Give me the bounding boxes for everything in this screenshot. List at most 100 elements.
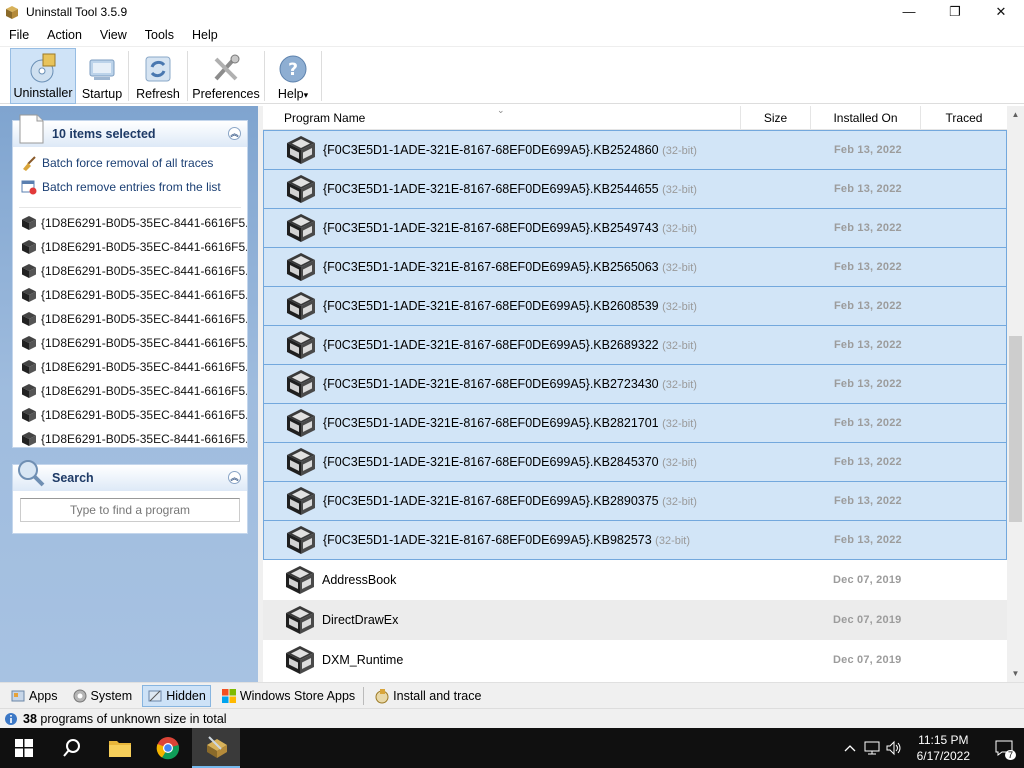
selected-item[interactable]: {1D8E6291-B0D5-35EC-8441-6616F5... — [13, 283, 247, 307]
program-rows: {F0C3E5D1-1ADE-321E-8167-68EF0DE699A5}.K… — [263, 130, 1007, 680]
package-icon — [287, 136, 315, 164]
package-icon — [287, 487, 315, 515]
notification-icon[interactable]: 7 — [984, 728, 1024, 768]
program-row[interactable]: {F0C3E5D1-1ADE-321E-8167-68EF0DE699A5}.K… — [263, 169, 1007, 209]
uninstall-tool-taskbar-button[interactable] — [192, 728, 240, 768]
uninstaller-button[interactable]: Uninstaller — [10, 48, 76, 104]
start-button[interactable] — [0, 728, 48, 768]
tab-system[interactable]: System — [68, 685, 137, 707]
column-installed-on[interactable]: Installed On — [811, 106, 921, 130]
package-icon — [22, 216, 36, 230]
menu-file[interactable]: File — [0, 28, 38, 42]
tab-apps[interactable]: Apps — [6, 685, 62, 707]
batch-remove-entries-link[interactable]: Batch remove entries from the list — [13, 175, 247, 199]
help-button[interactable]: ? Help▾ — [265, 48, 321, 104]
selection-panel: 10 items selected ︽ Batch force removal … — [12, 114, 248, 451]
package-icon — [286, 606, 314, 634]
chevron-up-icon[interactable] — [839, 728, 861, 768]
preferences-button[interactable]: Preferences — [188, 48, 264, 104]
selection-panel-header[interactable]: 10 items selected ︽ — [13, 114, 247, 147]
program-row[interactable]: {F0C3E5D1-1ADE-321E-8167-68EF0DE699A5}.K… — [263, 403, 1007, 443]
package-icon — [22, 432, 36, 446]
chrome-button[interactable] — [144, 728, 192, 768]
preferences-icon — [214, 54, 240, 81]
list-header: ⌄ Program Name Size Installed On Traced — [263, 106, 1007, 130]
clock-date: 6/17/2022 — [916, 749, 970, 763]
scrollbar-thumb[interactable] — [1009, 336, 1022, 522]
selected-item[interactable]: {1D8E6291-B0D5-35EC-8441-6616F5... — [13, 379, 247, 403]
package-icon — [287, 526, 315, 554]
selected-item[interactable]: {1D8E6291-B0D5-35EC-8441-6616F5... — [13, 235, 247, 259]
installed-date: Feb 13, 2022 — [834, 339, 902, 351]
column-traced[interactable]: Traced — [921, 106, 1007, 130]
volume-icon[interactable] — [883, 728, 905, 768]
menu-tools[interactable]: Tools — [136, 28, 183, 42]
search-placeholder: Type to find a program — [69, 503, 191, 517]
package-icon — [22, 312, 36, 326]
system-tray: 11:15 PM 6/17/2022 7 — [839, 728, 1024, 768]
program-name: {F0C3E5D1-1ADE-321E-8167-68EF0DE699A5}.K… — [323, 260, 697, 274]
search-input[interactable]: Type to find a program — [20, 498, 240, 522]
program-row[interactable]: DirectDrawEx Dec 07, 2019 — [263, 600, 1007, 640]
program-row[interactable]: {F0C3E5D1-1ADE-321E-8167-68EF0DE699A5}.K… — [263, 130, 1007, 170]
selected-item[interactable]: {1D8E6291-B0D5-35EC-8441-6616F5... — [13, 211, 247, 235]
selected-item[interactable]: {1D8E6291-B0D5-35EC-8441-6616F5... — [13, 259, 247, 283]
taskbar-search-button[interactable] — [48, 728, 96, 768]
taskbar-clock[interactable]: 11:15 PM 6/17/2022 — [917, 732, 970, 764]
refresh-label: Refresh — [136, 87, 180, 101]
selected-item[interactable]: {1D8E6291-B0D5-35EC-8441-6616F5... — [13, 307, 247, 331]
program-row[interactable]: {F0C3E5D1-1ADE-321E-8167-68EF0DE699A5}.K… — [263, 247, 1007, 287]
selected-item[interactable]: {1D8E6291-B0D5-35EC-8441-6616F5... — [13, 403, 247, 427]
minimize-button[interactable]: — — [886, 0, 932, 23]
tab-windows-store-apps[interactable]: Windows Store Apps — [217, 685, 359, 707]
selected-item[interactable]: {1D8E6291-B0D5-35EC-8441-6616F5... — [13, 355, 247, 379]
scroll-up-icon[interactable]: ▲ — [1007, 106, 1024, 123]
vertical-scrollbar[interactable]: ▲ ▼ — [1007, 106, 1024, 682]
package-icon — [287, 175, 315, 203]
program-row[interactable]: {F0C3E5D1-1ADE-321E-8167-68EF0DE699A5}.K… — [263, 208, 1007, 248]
menu-action[interactable]: Action — [38, 28, 91, 42]
maximize-button[interactable]: ❐ — [932, 0, 978, 23]
program-row[interactable]: {F0C3E5D1-1ADE-321E-8167-68EF0DE699A5}.K… — [263, 481, 1007, 521]
selected-item[interactable]: {1D8E6291-B0D5-35EC-8441-6616F5... — [13, 331, 247, 355]
menu-help[interactable]: Help — [183, 28, 227, 42]
menu-bar: File Action View Tools Help — [0, 24, 1024, 46]
program-row[interactable]: {F0C3E5D1-1ADE-321E-8167-68EF0DE699A5}.K… — [263, 286, 1007, 326]
program-name: {F0C3E5D1-1ADE-321E-8167-68EF0DE699A5}.K… — [323, 455, 697, 469]
search-icon — [18, 460, 45, 487]
batch-force-removal-link[interactable]: Batch force removal of all traces — [13, 151, 247, 175]
column-size[interactable]: Size — [741, 106, 811, 130]
windows-logo-icon — [15, 739, 33, 757]
clock-time: 11:15 PM — [918, 733, 969, 747]
title-bar: Uninstall Tool 3.5.9 — ❐ ✕ — [0, 0, 1024, 23]
program-row[interactable]: DXM_Runtime Dec 07, 2019 — [263, 640, 1007, 680]
collapse-icon[interactable]: ︽ — [228, 127, 241, 140]
app-icon — [6, 5, 18, 19]
sort-indicator-icon: ⌄ — [497, 106, 505, 115]
info-icon — [5, 712, 17, 725]
preferences-label: Preferences — [192, 87, 260, 101]
program-row[interactable]: {F0C3E5D1-1ADE-321E-8167-68EF0DE699A5}.K… — [263, 520, 1007, 560]
file-explorer-button[interactable] — [96, 728, 144, 768]
tab-hidden[interactable]: Hidden — [142, 684, 211, 707]
refresh-button[interactable]: Refresh — [129, 48, 187, 104]
program-row[interactable]: {F0C3E5D1-1ADE-321E-8167-68EF0DE699A5}.K… — [263, 364, 1007, 404]
startup-button[interactable]: Startup — [76, 48, 128, 104]
folder-icon — [109, 741, 131, 757]
collapse-icon[interactable]: ︽ — [228, 471, 241, 484]
selected-item[interactable]: {1D8E6291-B0D5-35EC-8441-6616F5... — [13, 427, 247, 451]
installed-date: Dec 07, 2019 — [833, 574, 902, 586]
program-row[interactable]: AddressBook Dec 07, 2019 — [263, 560, 1007, 600]
help-icon: ? — [279, 55, 307, 83]
notification-count: 7 — [1004, 750, 1016, 760]
program-name: {F0C3E5D1-1ADE-321E-8167-68EF0DE699A5}.K… — [323, 221, 697, 235]
network-icon[interactable] — [861, 728, 883, 768]
close-button[interactable]: ✕ — [978, 0, 1024, 23]
search-panel-header[interactable]: Search ︽ — [13, 460, 247, 491]
program-row[interactable]: {F0C3E5D1-1ADE-321E-8167-68EF0DE699A5}.K… — [263, 442, 1007, 482]
batch-remove-entries-label: Batch remove entries from the list — [42, 180, 221, 194]
tab-install-and-trace[interactable]: Install and trace — [370, 685, 485, 707]
menu-view[interactable]: View — [91, 28, 136, 42]
scroll-down-icon[interactable]: ▼ — [1007, 665, 1024, 682]
program-row[interactable]: {F0C3E5D1-1ADE-321E-8167-68EF0DE699A5}.K… — [263, 325, 1007, 365]
